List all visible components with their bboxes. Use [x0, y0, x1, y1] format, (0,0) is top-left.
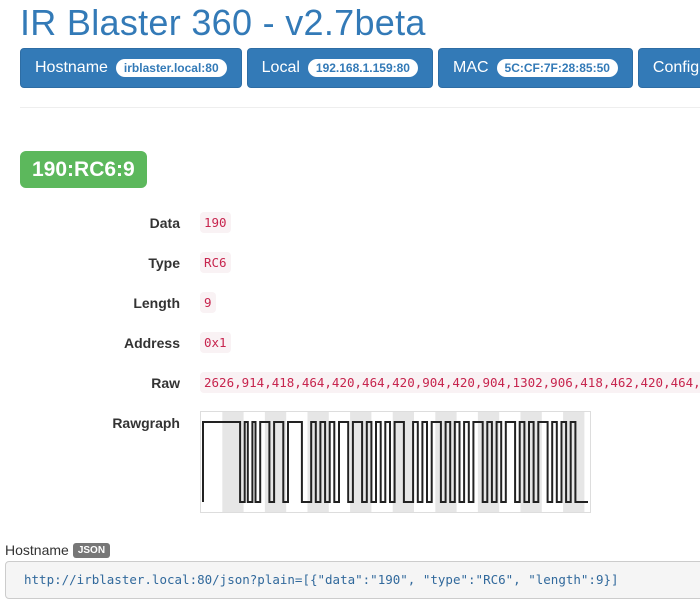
field-label-address: Address	[123, 335, 180, 351]
json-url-box[interactable]: http://irblaster.local:80/json?plain=[{"…	[5, 561, 700, 599]
field-value-address: 0x1	[200, 332, 231, 353]
field-label-data: Data	[149, 215, 180, 231]
rawgraph-waveform	[202, 412, 588, 512]
local-badge: 192.168.1.159:80	[307, 59, 418, 77]
hostname-badge: irblaster.local:80	[115, 59, 227, 77]
json-hostname-label: Hostname JSON	[5, 542, 111, 558]
rawgraph-label: Rawgraph	[112, 415, 180, 431]
field-row-length: Length 9	[0, 292, 700, 316]
field-value-data: 190	[200, 212, 231, 233]
field-row-address: Address 0x1	[0, 332, 700, 356]
field-row-raw: Raw 2626,914,418,464,420,464,420,904,420…	[0, 372, 700, 396]
hostname-button-label: Hostname	[35, 59, 108, 76]
field-row-type: Type RC6	[0, 252, 700, 276]
field-value-length: 9	[200, 292, 216, 313]
hostname-button[interactable]: Hostname irblaster.local:80	[20, 48, 242, 88]
mac-button[interactable]: MAC 5C:CF:7F:28:85:50	[437, 48, 633, 88]
header-divider	[20, 107, 700, 108]
local-button[interactable]: Local 192.168.1.159:80	[246, 48, 433, 88]
local-button-label: Local	[261, 59, 300, 76]
field-value-raw: 2626,914,418,464,420,464,420,904,420,904…	[200, 372, 700, 393]
field-row-data: Data 190	[0, 212, 700, 236]
field-label-length: Length	[133, 295, 180, 311]
field-label-raw: Raw	[151, 375, 180, 391]
mac-button-label: MAC	[452, 59, 489, 76]
mac-badge: 5C:CF:7F:28:85:50	[496, 59, 618, 77]
json-badge: JSON	[72, 542, 111, 558]
json-hostname-text: Hostname	[5, 542, 69, 558]
field-value-type: RC6	[200, 252, 231, 273]
rawgraph	[200, 411, 591, 513]
config-button[interactable]: Config	[637, 48, 700, 88]
field-label-type: Type	[148, 255, 180, 271]
signal-code-label: 190:RC6:9	[20, 151, 147, 188]
page-title: IR Blaster 360 - v2.7beta	[20, 2, 426, 43]
header-button-row: Hostname irblaster.local:80 Local 192.16…	[20, 48, 700, 88]
